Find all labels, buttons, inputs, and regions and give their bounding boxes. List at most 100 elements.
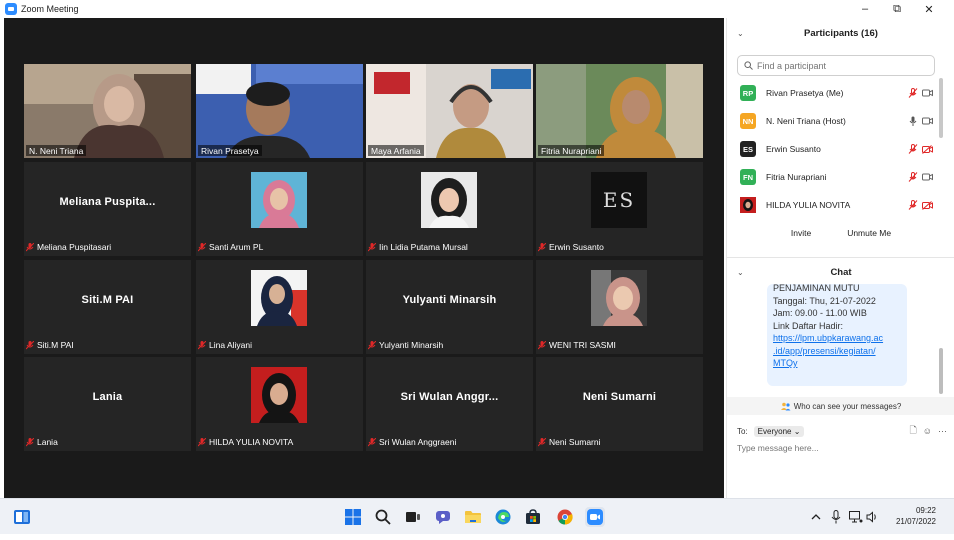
video-tile[interactable]: HILDA YULIA NOVITA xyxy=(196,357,363,451)
participant-avatar xyxy=(740,197,756,213)
participant-row[interactable]: HILDA YULIA NOVITA xyxy=(727,191,937,219)
video-tile[interactable]: Sri Wulan Anggr... Sri Wulan Anggraeni xyxy=(366,357,533,451)
video-off-icon[interactable] xyxy=(922,144,933,154)
video-tile[interactable]: Lina Aliyani xyxy=(196,260,363,354)
video-tile[interactable]: WENI TRI SASMI xyxy=(536,260,703,354)
system-clock[interactable]: 09:22 21/07/2022 xyxy=(888,505,936,527)
video-tile[interactable]: ES Erwin Susanto xyxy=(536,162,703,256)
chat-scrollbar[interactable] xyxy=(939,348,943,394)
video-tile[interactable]: Siti.M PAI Siti.M PAI xyxy=(24,260,191,354)
video-tile[interactable]: Lania Lania xyxy=(24,357,191,451)
video-tile[interactable]: Maya Arfania xyxy=(366,64,533,158)
video-tile[interactable]: Iin Lidia Putama Mursal xyxy=(366,162,533,256)
invite-button[interactable]: Invite xyxy=(790,228,812,238)
mic-muted-icon xyxy=(538,437,546,446)
file-explorer-icon[interactable] xyxy=(463,507,483,527)
participant-display-name: Siti.M PAI xyxy=(81,294,134,306)
video-tile[interactable]: Meliana Puspita... Meliana Puspitasari xyxy=(24,162,191,256)
zoom-app: Zoom Meeting – ⧉ ✕ N. Neni Triana Rivan … xyxy=(0,0,954,540)
zoom-logo-icon xyxy=(5,3,17,15)
participant-search-input[interactable] xyxy=(757,60,927,71)
attendance-link[interactable]: MTQy xyxy=(773,357,901,370)
edge-browser-icon[interactable] xyxy=(493,507,513,527)
chat-app-icon[interactable] xyxy=(433,507,453,527)
show-hidden-icons-chevron-icon[interactable] xyxy=(806,507,826,527)
video-camera-icon[interactable] xyxy=(922,89,933,97)
participant-row[interactable]: RP Rivan Prasetya (Me) xyxy=(727,79,937,107)
restore-button[interactable]: ⧉ xyxy=(882,0,912,18)
participant-name-label: Santi Arum PL xyxy=(198,242,263,252)
close-button[interactable]: ✕ xyxy=(914,0,944,18)
screen-bottom-edge xyxy=(0,534,954,540)
chat-message-bubble: PENJAMINAN MUTU Tanggal: Thu, 21-07-2022… xyxy=(767,284,907,386)
minimize-button[interactable]: – xyxy=(850,0,880,18)
mic-muted-icon[interactable] xyxy=(908,200,918,210)
participant-video xyxy=(196,64,363,158)
mic-muted-icon[interactable] xyxy=(908,172,918,182)
chat-message-input[interactable] xyxy=(737,443,937,453)
participant-display-name: Lania xyxy=(92,391,123,403)
task-view-widget-icon[interactable] xyxy=(12,507,32,527)
mic-muted-icon xyxy=(198,242,206,251)
collapse-chevron-icon[interactable]: ⌄ xyxy=(737,29,744,38)
participant-row[interactable]: FN Fitria Nurapriani xyxy=(727,163,937,191)
video-tile[interactable]: Santi Arum PL xyxy=(196,162,363,256)
participant-name-label: Lania xyxy=(26,437,58,447)
video-tile[interactable]: Yulyanti Minarsih Yulyanti Minarsih xyxy=(366,260,533,354)
video-tile[interactable]: N. Neni Triana xyxy=(24,64,191,158)
search-icon xyxy=(744,61,753,70)
participant-video xyxy=(366,64,533,158)
participant-name-label: Lina Aliyani xyxy=(198,340,252,350)
more-options-icon[interactable]: ··· xyxy=(938,426,947,436)
collapse-chevron-icon[interactable]: ⌄ xyxy=(737,268,744,277)
participant-search[interactable] xyxy=(737,55,935,76)
mic-muted-icon[interactable] xyxy=(908,88,918,98)
task-view-icon[interactable] xyxy=(403,507,423,527)
mic-muted-icon xyxy=(368,242,376,251)
participant-display-name: Yulyanti Minarsih xyxy=(402,294,497,306)
participant-profile-picture xyxy=(251,172,307,228)
participants-header: ⌄ Participants (16) xyxy=(737,27,878,39)
mic-muted-icon[interactable] xyxy=(908,144,918,154)
mic-muted-icon xyxy=(26,242,34,251)
who-can-see-messages[interactable]: Who can see your messages? xyxy=(727,397,954,415)
participant-name-label: Iin Lidia Putama Mursal xyxy=(368,242,468,252)
store-icon[interactable] xyxy=(523,507,543,527)
participant-name-label: Sri Wulan Anggraeni xyxy=(368,437,456,447)
volume-icon[interactable] xyxy=(862,507,882,527)
mic-muted-icon xyxy=(368,437,376,446)
mic-on-icon[interactable] xyxy=(908,116,918,126)
participants-scrollbar[interactable] xyxy=(939,78,943,138)
recipient-select[interactable]: Everyone ⌄ xyxy=(753,425,805,437)
title-bar: Zoom Meeting – ⧉ ✕ xyxy=(0,0,954,18)
video-tile[interactable]: Neni Sumarni Neni Sumarni xyxy=(536,357,703,451)
participant-name-label: Meliana Puspitasari xyxy=(26,242,111,252)
zoom-app-icon[interactable] xyxy=(585,507,605,527)
video-camera-icon[interactable] xyxy=(922,173,933,181)
participant-avatar: ES xyxy=(740,141,756,157)
mic-muted-icon xyxy=(26,437,34,446)
participant-row[interactable]: NN N. Neni Triana (Host) xyxy=(727,107,937,135)
chrome-browser-icon[interactable] xyxy=(555,507,575,527)
participant-name-label: N. Neni Triana xyxy=(26,145,87,156)
mic-muted-icon xyxy=(26,340,34,349)
unmute-me-button[interactable]: Unmute Me xyxy=(847,228,892,238)
start-menu-icon[interactable] xyxy=(343,507,363,527)
participant-video xyxy=(24,64,191,158)
file-icon[interactable]: 🗋 xyxy=(910,423,917,439)
window-title: Zoom Meeting xyxy=(21,4,79,14)
attendance-link[interactable]: https://lpm.ubpkarawang.ac xyxy=(773,332,901,345)
video-tile[interactable]: Fitria Nurapriani xyxy=(536,64,703,158)
microphone-icon[interactable] xyxy=(826,507,846,527)
emoji-icon[interactable]: ☺ xyxy=(923,426,932,436)
participant-row[interactable]: ES Erwin Susanto xyxy=(727,135,937,163)
mic-muted-icon xyxy=(198,437,206,446)
video-tile[interactable]: Rivan Prasetya xyxy=(196,64,363,158)
video-camera-icon[interactable] xyxy=(922,117,933,125)
participant-display-name: Sri Wulan Anggr... xyxy=(400,391,499,403)
video-off-icon[interactable] xyxy=(922,200,933,210)
attendance-link[interactable]: .id/app/presensi/kegiatan/ xyxy=(773,345,901,358)
erwin-logo-picture: ES xyxy=(591,172,647,228)
search-icon[interactable] xyxy=(373,507,393,527)
windows-taskbar: 09:22 21/07/2022 xyxy=(0,498,954,534)
